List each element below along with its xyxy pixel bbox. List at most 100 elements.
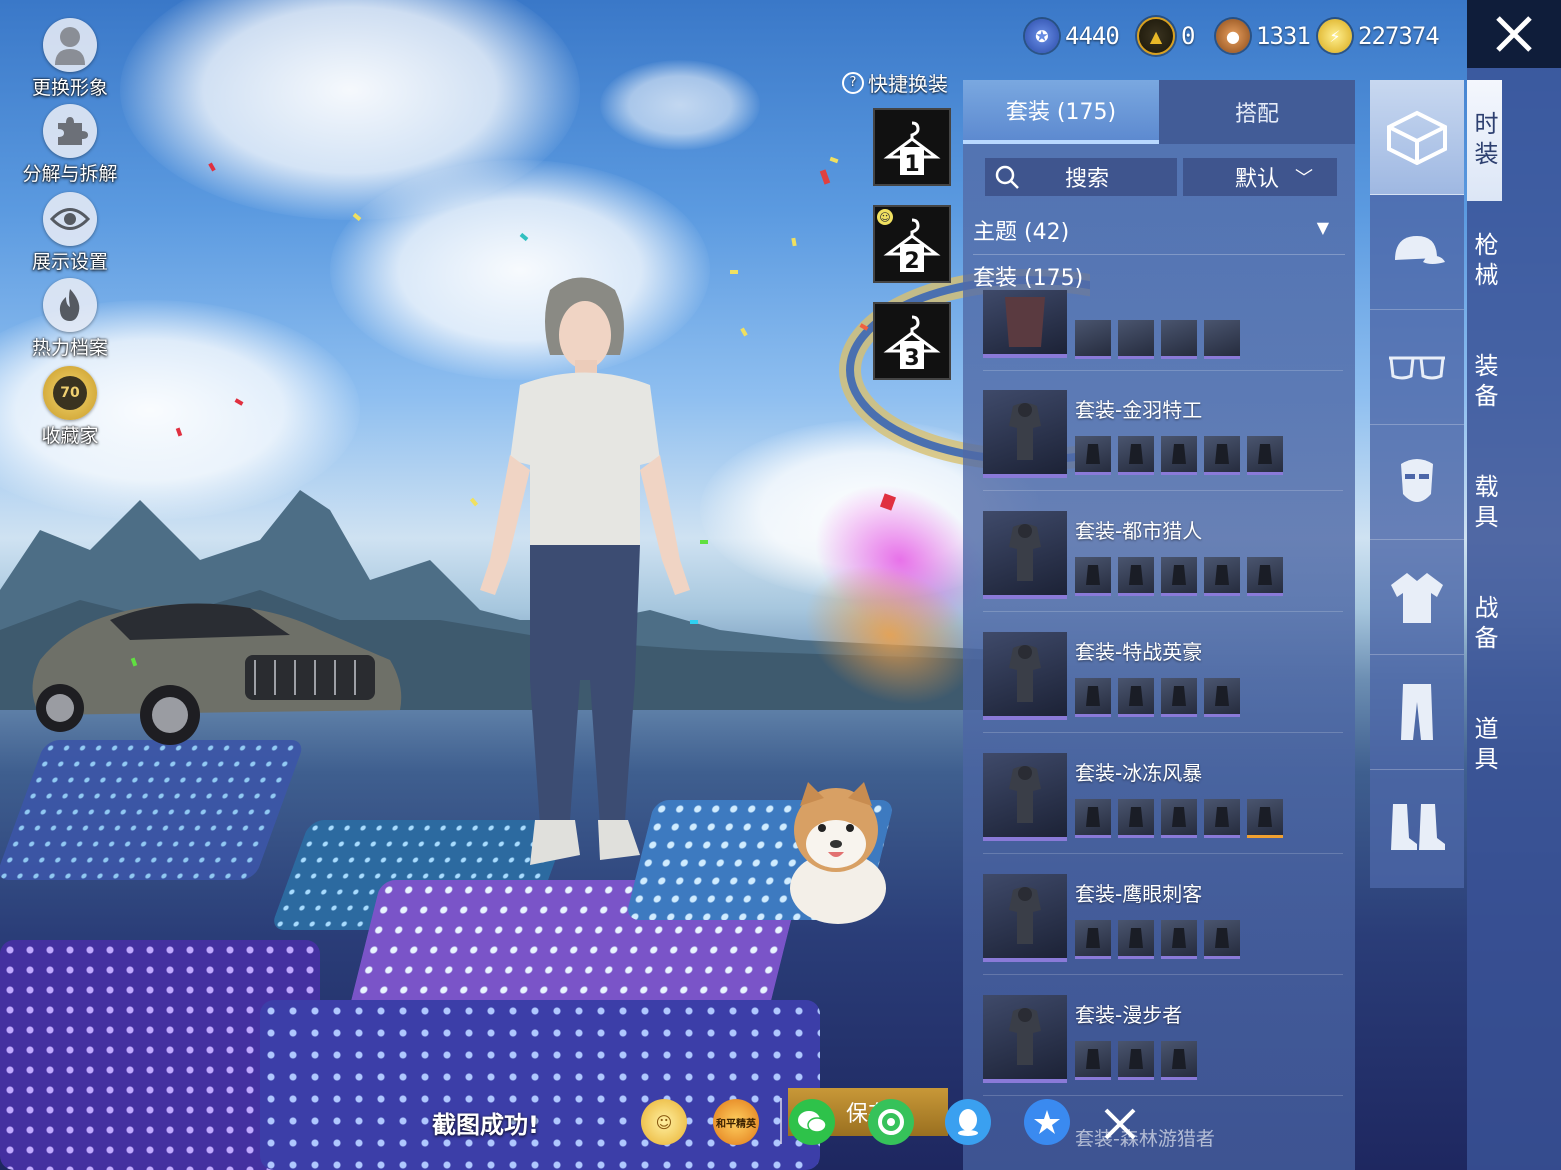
subcategory-glasses[interactable] (1370, 310, 1464, 425)
tab-suits[interactable]: 套装 (175) (963, 80, 1159, 144)
share-close-button[interactable] (1098, 1102, 1142, 1146)
item-slot[interactable] (1247, 799, 1283, 838)
suit-row[interactable]: 套装-漫步者 (983, 985, 1343, 1096)
sort-dropdown[interactable]: 默认 ﹀ (1183, 158, 1337, 196)
item-slot[interactable] (1118, 557, 1154, 596)
item-slot[interactable] (1118, 678, 1154, 717)
shirt-icon (1391, 573, 1443, 623)
suit-name: 套装-特战英豪 (1075, 640, 1203, 664)
item-slot[interactable] (1161, 1041, 1197, 1080)
search-button[interactable]: 搜索 (985, 158, 1177, 196)
suit-thumbnail (983, 290, 1067, 358)
currency-lightning[interactable]: ⚡ 227374 (1318, 16, 1440, 56)
category-props[interactable]: 道具 (1467, 685, 1502, 806)
tab-combos[interactable]: 搭配 (1159, 80, 1355, 144)
quick-change-label[interactable]: ? 快捷换装 (842, 68, 948, 97)
item-slot[interactable] (1118, 1041, 1154, 1080)
item-slot[interactable] (1204, 436, 1240, 475)
suit-name: 套装-金羽特工 (1075, 398, 1203, 422)
gold-triangle-coin-icon: ▲ (1137, 17, 1175, 55)
suit-items (1075, 436, 1283, 475)
item-slot[interactable] (1161, 678, 1197, 717)
category-vehicles[interactable]: 载具 (1467, 443, 1502, 564)
hanger-icon: 1 (883, 121, 941, 177)
share-game-friends-button[interactable]: ☺ (641, 1099, 687, 1145)
close-icon (1496, 16, 1532, 52)
subcategory-outfit[interactable] (1370, 80, 1464, 195)
share-qq-button[interactable] (945, 1099, 991, 1145)
qzone-icon (1034, 1110, 1060, 1134)
item-slot[interactable] (1118, 920, 1154, 959)
subcategory-top[interactable] (1370, 540, 1464, 655)
subcategory-hat[interactable] (1370, 195, 1464, 310)
item-slot[interactable] (1247, 557, 1283, 596)
share-wechat-button[interactable] (789, 1099, 835, 1145)
category-equipment[interactable]: 装备 (1467, 322, 1502, 443)
suit-thumbnail (983, 390, 1067, 478)
item-slot[interactable] (1204, 799, 1240, 838)
item-slot[interactable] (1204, 920, 1240, 959)
subcategory-shoes[interactable] (1370, 770, 1464, 884)
outfit-box-icon (1387, 110, 1447, 165)
suit-row[interactable]: 套装-冰冻风暴 (983, 743, 1343, 854)
collector-button[interactable]: 70 收藏家 (14, 366, 126, 448)
item-slot[interactable] (1247, 436, 1283, 475)
item-slot[interactable] (1075, 799, 1111, 838)
suits-category-row: 套装 (175) (973, 266, 1084, 291)
subcategory-pants[interactable] (1370, 655, 1464, 770)
quick-change-slot-1[interactable]: 1 (873, 108, 951, 186)
decompose-button[interactable]: 分解与拆解 (14, 104, 126, 186)
item-slot[interactable] (1204, 678, 1240, 717)
item-slot[interactable] (1204, 557, 1240, 596)
close-button[interactable] (1467, 0, 1561, 68)
confetti (819, 169, 831, 185)
currency-amount: 1331 (1256, 22, 1311, 50)
confetti (730, 270, 738, 274)
item-slot[interactable] (1161, 920, 1197, 959)
item-slot[interactable] (1161, 436, 1197, 475)
collector-badge-icon: 70 (43, 366, 97, 420)
item-slot[interactable] (1204, 320, 1240, 359)
suit-row[interactable]: 套装-鹰眼刺客 (983, 864, 1343, 975)
moments-icon (878, 1109, 904, 1135)
item-slot[interactable] (1118, 799, 1154, 838)
share-moments-button[interactable] (868, 1099, 914, 1145)
quick-change-slot-2[interactable]: ☺ 2 (873, 205, 951, 283)
item-slot[interactable] (1118, 436, 1154, 475)
suit-row[interactable]: 套装-特战英豪 (983, 622, 1343, 733)
item-slot[interactable] (1075, 1041, 1111, 1080)
item-slot[interactable] (1161, 557, 1197, 596)
item-slot[interactable] (1075, 920, 1111, 959)
currency-bronze[interactable]: ● 1331 (1216, 16, 1311, 56)
currency-amount: 0 (1181, 22, 1195, 50)
item-slot[interactable] (1075, 557, 1111, 596)
mask-icon (1401, 459, 1433, 502)
item-slot[interactable] (1118, 320, 1154, 359)
suit-row-partial[interactable] (983, 290, 1343, 371)
item-slot[interactable] (1161, 799, 1197, 838)
item-slot[interactable] (1075, 320, 1111, 359)
currency-blue[interactable]: ✪ 4440 (1025, 16, 1120, 56)
eye-icon (43, 192, 97, 246)
quick-change-slot-3[interactable]: 3 (873, 302, 951, 380)
triangle-down-icon: ▼ (1316, 218, 1329, 237)
suit-items (1075, 799, 1283, 838)
change-avatar-button[interactable]: 更换形象 (14, 18, 126, 100)
subcategory-face[interactable] (1370, 425, 1464, 540)
suit-items (1075, 1041, 1197, 1080)
category-fashion[interactable]: 时装 (1467, 80, 1502, 201)
suit-row[interactable]: 套装-金羽特工 (983, 380, 1343, 491)
currency-gold[interactable]: ▲ 0 (1137, 16, 1195, 56)
category-guns[interactable]: 枪械 (1467, 201, 1502, 322)
item-slot[interactable] (1075, 678, 1111, 717)
heat-archive-button[interactable]: 热力档案 (14, 278, 126, 360)
svg-text:3: 3 (904, 346, 919, 371)
item-slot[interactable] (1075, 436, 1111, 475)
theme-category-row[interactable]: 主题 (42) ▼ (973, 214, 1345, 255)
suit-row[interactable]: 套装-都市猎人 (983, 501, 1343, 612)
item-slot[interactable] (1161, 320, 1197, 359)
share-peacekeeper-button[interactable]: 和平精英 (713, 1099, 759, 1145)
display-settings-button[interactable]: 展示设置 (14, 192, 126, 274)
category-combat-prep[interactable]: 战备 (1467, 564, 1502, 685)
share-qzone-button[interactable] (1024, 1099, 1070, 1145)
